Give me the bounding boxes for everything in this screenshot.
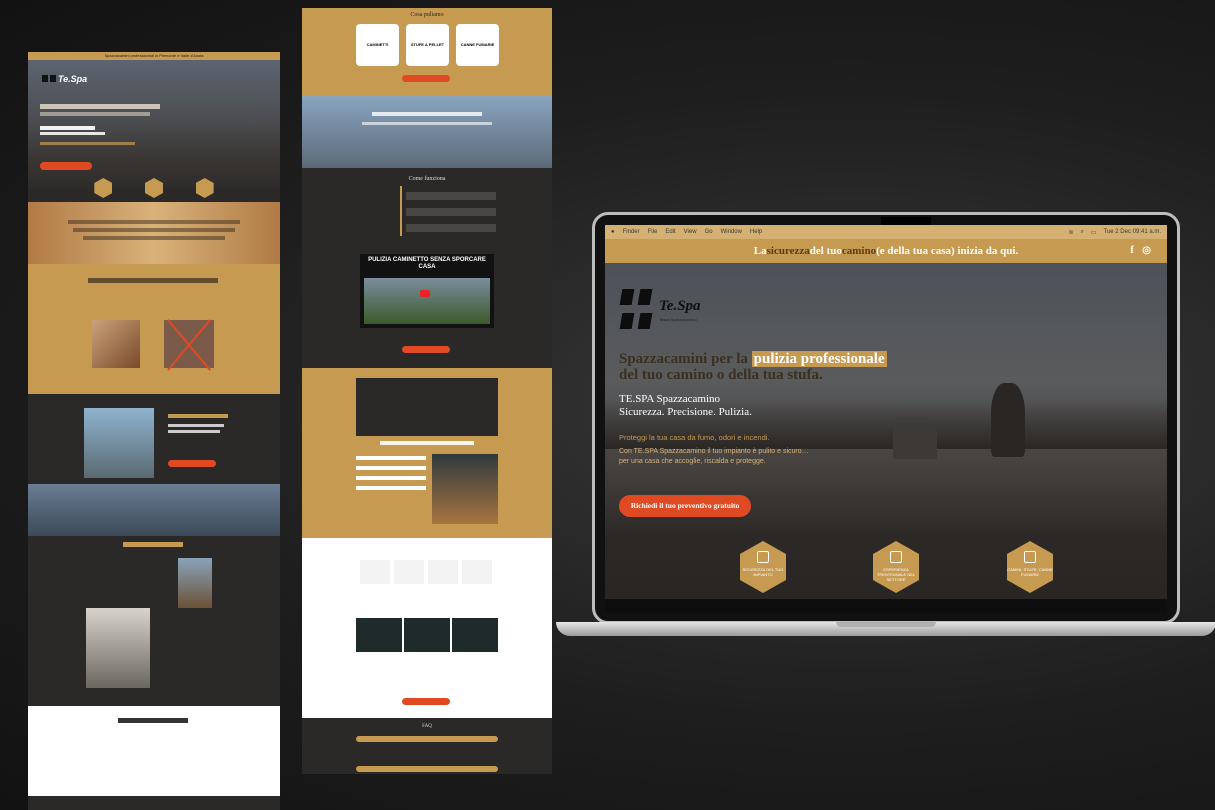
left-logo: Te.Spa bbox=[42, 74, 87, 84]
laptop-base bbox=[556, 622, 1215, 636]
left-quote-band bbox=[28, 202, 280, 264]
mid-chat-screenshot bbox=[356, 618, 402, 652]
hero-description: Con TE.SPA Spazzacamino il tuo impianto … bbox=[619, 448, 809, 465]
left-hero: Te.Spa bbox=[28, 60, 280, 198]
mid-chat-screenshot bbox=[452, 618, 498, 652]
mid-video[interactable]: PULIZIA CAMINETTO SENZA SPORCARE CASA bbox=[360, 254, 494, 328]
instagram-icon[interactable]: ◎ bbox=[1142, 245, 1151, 256]
search-icon[interactable]: ⌕ bbox=[1080, 229, 1083, 236]
mid-review-card bbox=[428, 560, 458, 584]
mid-step bbox=[406, 224, 496, 232]
left-page-mockup: Spazzacamini professionisti in Piemonte … bbox=[28, 52, 280, 810]
menu-go[interactable]: Go bbox=[705, 229, 713, 235]
play-icon[interactable] bbox=[420, 290, 430, 297]
facebook-icon[interactable]: f bbox=[1130, 245, 1133, 256]
chimney-sweep-silhouette bbox=[991, 383, 1025, 457]
request-quote-button[interactable]: Richiedi il tuo preventivo gratuito bbox=[619, 495, 751, 517]
mid-faq-title: FAQ bbox=[422, 724, 432, 729]
mid-service-card: CAMINETTI bbox=[356, 24, 399, 66]
menu-help[interactable]: Help bbox=[750, 229, 762, 235]
left-hero-line bbox=[40, 126, 95, 130]
left-white-section bbox=[28, 706, 280, 796]
announcement-bar: La sicurezza del tuo camino (e della tua… bbox=[605, 239, 1167, 263]
mid-reviews-button[interactable] bbox=[402, 698, 450, 705]
hero-tagline: Proteggi la tua casa da fumo, odori e in… bbox=[619, 433, 770, 442]
control-center-icon[interactable]: ▭ bbox=[1091, 229, 1097, 236]
logo-subtitle: Tessa Spazzacamino bbox=[659, 317, 697, 322]
mid-services-section: Cosa puliamo CAMINETTI STUFE A PELLET CA… bbox=[302, 8, 552, 96]
apple-icon[interactable]: ● bbox=[611, 229, 615, 235]
badge-experience: ESPERIENZA TRENTENNALE NEL SETTORE bbox=[873, 541, 919, 593]
mid-form-field[interactable] bbox=[356, 476, 426, 480]
mid-faq-item[interactable] bbox=[356, 736, 498, 742]
left-photo-portrait bbox=[86, 608, 150, 688]
chimney-silhouette bbox=[893, 423, 937, 459]
left-hero-line bbox=[40, 104, 160, 109]
hero-headline: Spazzacamini per la pulizia professional… bbox=[619, 351, 887, 383]
left-gold-section bbox=[28, 264, 280, 394]
mid-faq-item[interactable] bbox=[356, 766, 498, 772]
site-logo[interactable]: Te.Spa Tessa Spazzacamino bbox=[619, 287, 701, 333]
left-topbar: Spazzacamini professionisti in Piemonte … bbox=[28, 52, 280, 60]
badge-safety: SICUREZZA DEL TUO IMPIANTO bbox=[740, 541, 786, 593]
chimney-icon bbox=[1024, 551, 1036, 563]
left-team-section bbox=[28, 536, 280, 706]
mid-how-button[interactable] bbox=[402, 346, 450, 353]
left-hero-line bbox=[40, 142, 135, 145]
middle-page-mockup: Cosa puliamo CAMINETTI STUFE A PELLET CA… bbox=[302, 8, 552, 774]
mid-review-card bbox=[462, 560, 492, 584]
menu-window[interactable]: Window bbox=[721, 229, 742, 235]
menu-view[interactable]: View bbox=[684, 229, 697, 235]
mid-form-field[interactable] bbox=[356, 456, 426, 460]
mid-how-title: Come funziona bbox=[408, 176, 446, 182]
mid-quote-section bbox=[302, 368, 552, 538]
left-hero-line bbox=[40, 132, 105, 135]
mid-form-field[interactable] bbox=[356, 466, 426, 470]
menubar-clock[interactable]: Tue 2 Dec 09:41 a.m. bbox=[1104, 229, 1161, 236]
shield-icon bbox=[757, 551, 769, 563]
mid-service-card: STUFE A PELLET bbox=[406, 24, 449, 66]
mid-services-button[interactable] bbox=[402, 75, 450, 82]
badge-services: CAMINI, STUFE, CANNE FUMARIE bbox=[1007, 541, 1053, 593]
menu-edit[interactable]: Edit bbox=[665, 229, 675, 235]
logo-mark-icon bbox=[619, 287, 653, 333]
left-photo-worker bbox=[84, 408, 154, 478]
left-badge-hex bbox=[144, 178, 163, 198]
menu-file[interactable]: File bbox=[648, 229, 658, 235]
mid-services-title: Cosa puliamo bbox=[410, 12, 444, 18]
mid-step bbox=[406, 192, 496, 200]
left-hero-line bbox=[40, 112, 150, 116]
left-about-button[interactable] bbox=[168, 460, 216, 467]
hero-section: Te.Spa Tessa Spazzacamino Spazzacamini p… bbox=[605, 263, 1167, 599]
mid-reviews-section bbox=[302, 538, 552, 718]
medal-icon bbox=[890, 551, 902, 563]
mid-review-card bbox=[394, 560, 424, 584]
mid-chat-screenshot bbox=[404, 618, 450, 652]
mid-form-field[interactable] bbox=[356, 486, 426, 490]
left-badge-hex bbox=[195, 178, 214, 198]
laptop-frame: ● Finder File Edit View Go Window Help ≋… bbox=[592, 212, 1180, 624]
left-img-tools bbox=[92, 320, 140, 368]
mid-video-title: PULIZIA CAMINETTO SENZA SPORCARE CASA bbox=[368, 257, 486, 270]
mid-step bbox=[406, 208, 496, 216]
mid-quote-image bbox=[432, 454, 498, 524]
wifi-icon[interactable]: ≋ bbox=[1068, 229, 1073, 236]
left-about-section bbox=[28, 394, 280, 484]
logo-name: Te.Spa bbox=[659, 298, 701, 314]
mid-service-card: CANNE FUMARIE bbox=[456, 24, 499, 66]
mid-how-section: Come funziona PULIZIA CAMINETTO SENZA SP… bbox=[302, 168, 552, 368]
left-photo-roof bbox=[178, 558, 212, 608]
laptop-screen: ● Finder File Edit View Go Window Help ≋… bbox=[605, 225, 1167, 599]
mid-sky-section bbox=[302, 96, 552, 168]
menu-finder[interactable]: Finder bbox=[623, 229, 640, 235]
os-menubar: ● Finder File Edit View Go Window Help ≋… bbox=[605, 225, 1167, 239]
hero-subheadline: TE.SPA Spazzacamino Sicurezza. Precision… bbox=[619, 393, 752, 418]
left-badge-hex bbox=[94, 178, 113, 198]
left-cta-button[interactable] bbox=[40, 162, 92, 170]
mid-review-card bbox=[360, 560, 390, 584]
left-badge-row bbox=[28, 178, 280, 198]
left-valuation-band bbox=[28, 484, 280, 536]
mid-faq-section: FAQ bbox=[302, 718, 552, 774]
